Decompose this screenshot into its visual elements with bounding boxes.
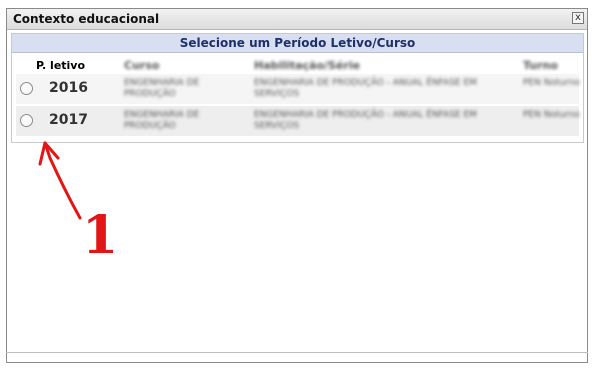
annotation-arrow-icon	[38, 141, 82, 220]
annotation-marker-one: 1	[82, 205, 119, 266]
